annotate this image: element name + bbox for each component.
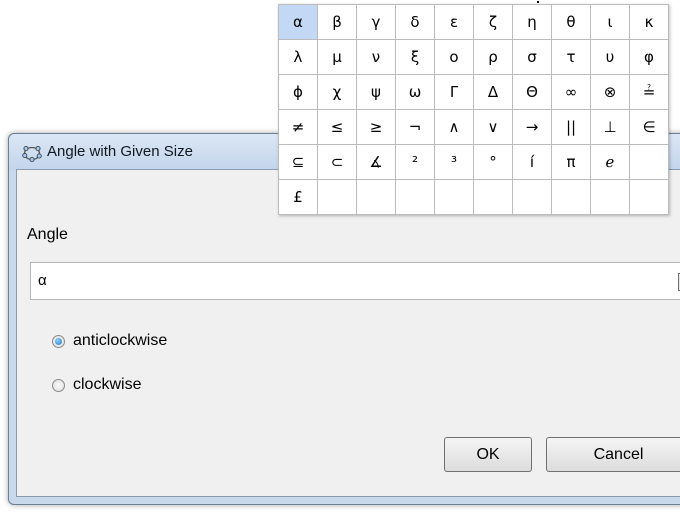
symbol-cell[interactable]: ε xyxy=(434,4,474,40)
symbol-cell[interactable]: υ xyxy=(590,39,630,75)
symbol-cell[interactable]: ∨ xyxy=(473,109,513,145)
symbol-cell[interactable]: ο xyxy=(434,39,474,75)
symbol-cell[interactable]: μ xyxy=(317,39,357,75)
symbol-cell[interactable]: ⊂ xyxy=(317,144,357,180)
symbol-cell[interactable] xyxy=(317,179,357,215)
radio-clockwise-button[interactable] xyxy=(52,378,65,392)
cancel-button[interactable]: Cancel xyxy=(546,437,680,472)
symbol-cell[interactable]: £ xyxy=(278,179,318,215)
symbol-row: α β γ δ ε ζ η θ ι κ xyxy=(278,4,669,40)
symbol-cell[interactable] xyxy=(629,144,669,180)
symbol-cell[interactable]: ⊗ xyxy=(590,74,630,110)
symbol-cell[interactable]: ψ xyxy=(356,74,396,110)
symbol-row: ≠ ≤ ≥ ¬ ∧ ∨ → || ⊥ ∈ xyxy=(278,109,669,145)
symbol-cell[interactable] xyxy=(512,179,552,215)
angle-input[interactable]: α α xyxy=(30,262,680,300)
symbol-cell[interactable] xyxy=(434,179,474,215)
symbol-cell[interactable] xyxy=(473,179,513,215)
symbol-cell[interactable] xyxy=(356,179,396,215)
symbol-cell[interactable]: ∧ xyxy=(434,109,474,145)
symbol-cell[interactable]: ρ xyxy=(473,39,513,75)
symbol-cell[interactable]: ≥ xyxy=(356,109,396,145)
symbol-cell[interactable]: γ xyxy=(356,4,396,40)
symbol-cell[interactable]: β xyxy=(317,4,357,40)
symbol-cell[interactable]: λ xyxy=(278,39,318,75)
symbol-cell[interactable] xyxy=(551,179,591,215)
symbol-cell[interactable]: φ xyxy=(629,39,669,75)
symbol-cell[interactable]: ζ xyxy=(473,4,513,40)
dialog-title: Angle with Given Size xyxy=(47,143,193,160)
symbol-cell[interactable]: Θ xyxy=(512,74,552,110)
ok-button[interactable]: OK xyxy=(444,437,532,472)
radio-anticlockwise-label: anticlockwise xyxy=(73,332,168,349)
stray-dot xyxy=(537,1,539,3)
symbol-cell[interactable]: ¬ xyxy=(395,109,435,145)
radio-clockwise-label: clockwise xyxy=(73,376,142,393)
symbol-row: ⊆ ⊂ ∡ ² ³ ° í π ℯ xyxy=(278,144,669,180)
symbol-cell[interactable] xyxy=(590,179,630,215)
symbol-cell[interactable]: α xyxy=(278,4,318,40)
symbol-cell[interactable] xyxy=(629,179,669,215)
geogebra-icon xyxy=(22,146,42,162)
symbol-cell[interactable]: ⊆ xyxy=(278,144,318,180)
symbol-cell[interactable] xyxy=(395,179,435,215)
symbol-cell[interactable]: θ xyxy=(551,4,591,40)
symbol-cell[interactable]: σ xyxy=(512,39,552,75)
symbol-row: ϕ χ ψ ω Γ Δ Θ ∞ ⊗ ≟ xyxy=(278,74,669,110)
symbol-cell[interactable]: η xyxy=(512,4,552,40)
radio-anticlockwise-button[interactable] xyxy=(52,334,65,348)
symbol-cell[interactable]: ϕ xyxy=(278,74,318,110)
symbol-cell[interactable]: ∈ xyxy=(629,109,669,145)
symbol-cell[interactable]: ≤ xyxy=(317,109,357,145)
symbol-cell[interactable]: π xyxy=(551,144,591,180)
symbol-cell[interactable]: χ xyxy=(317,74,357,110)
symbol-cell[interactable]: || xyxy=(551,109,591,145)
symbol-cell[interactable]: ° xyxy=(473,144,513,180)
symbol-cell[interactable]: ℯ xyxy=(590,144,630,180)
symbol-cell[interactable]: ² xyxy=(395,144,435,180)
symbol-row: λ μ ν ξ ο ρ σ τ υ φ xyxy=(278,39,669,75)
angle-field-label: Angle xyxy=(27,226,68,243)
symbol-cell[interactable]: τ xyxy=(551,39,591,75)
symbol-cell[interactable]: ω xyxy=(395,74,435,110)
symbol-cell[interactable]: ≠ xyxy=(278,109,318,145)
symbol-cell[interactable]: ≟ xyxy=(629,74,669,110)
symbol-cell[interactable]: í xyxy=(512,144,552,180)
symbol-cell[interactable]: ξ xyxy=(395,39,435,75)
symbol-cell[interactable]: ν xyxy=(356,39,396,75)
symbol-cell[interactable]: Γ xyxy=(434,74,474,110)
symbol-cell[interactable]: → xyxy=(512,109,552,145)
symbol-cell[interactable]: ∡ xyxy=(356,144,396,180)
symbol-cell[interactable]: ι xyxy=(590,4,630,40)
symbol-cell[interactable]: κ xyxy=(629,4,669,40)
radio-clockwise[interactable]: clockwise xyxy=(52,374,141,396)
angle-input-value: α xyxy=(38,272,47,289)
symbol-table: α β γ δ ε ζ η θ ι κ λ μ ν ξ ο ρ σ τ υ φ … xyxy=(278,4,669,215)
symbol-cell[interactable]: ∞ xyxy=(551,74,591,110)
radio-anticlockwise[interactable]: anticlockwise xyxy=(52,330,167,352)
symbol-cell[interactable]: δ xyxy=(395,4,435,40)
symbol-cell[interactable]: ³ xyxy=(434,144,474,180)
symbol-cell[interactable]: Δ xyxy=(473,74,513,110)
symbol-cell[interactable]: ⊥ xyxy=(590,109,630,145)
symbol-row: £ xyxy=(278,179,669,215)
